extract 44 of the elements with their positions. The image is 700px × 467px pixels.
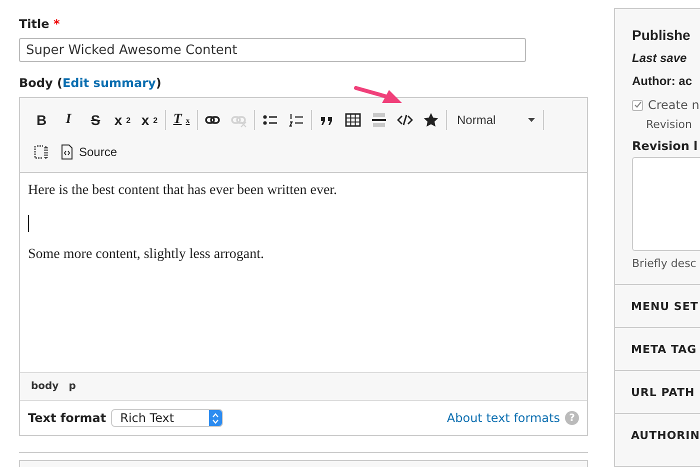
- text-format-select[interactable]: Rich Text: [111, 409, 224, 427]
- checkbox[interactable]: [632, 100, 643, 110]
- horizontal-line-icon: [371, 112, 387, 128]
- author-text: Author: ac: [632, 74, 693, 88]
- annotation-arrow: [354, 86, 404, 104]
- bullet-list-icon: [262, 112, 278, 128]
- checkbox-label: Create n: [648, 98, 700, 112]
- revision-log-label: Revision l: [632, 139, 699, 153]
- element-path-item[interactable]: body: [28, 379, 62, 394]
- italic-button[interactable]: I: [55, 107, 82, 133]
- edit-summary-link[interactable]: Edit summary: [62, 76, 156, 90]
- revision-log-input[interactable]: [632, 157, 700, 251]
- numbered-list-icon: [288, 112, 304, 128]
- star-icon: [423, 112, 439, 128]
- title-label: Title: [19, 17, 50, 31]
- revision-note: Revision: [646, 118, 693, 131]
- body-label: Body: [19, 76, 53, 90]
- collapsible-section[interactable]: META TAG: [615, 327, 700, 370]
- bold-button[interactable]: B: [28, 107, 55, 133]
- punctuation: ): [156, 76, 162, 90]
- title-input[interactable]: Super Wicked Awesome Content: [19, 38, 526, 62]
- punctuation: (: [57, 76, 62, 90]
- element-path-item[interactable]: p: [66, 379, 79, 394]
- superscript-button[interactable]: x$^{2}$: [109, 107, 136, 133]
- code-icon: [397, 112, 413, 128]
- text-format-label: Text format: [28, 411, 106, 425]
- format-dropdown[interactable]: Normal: [449, 107, 541, 133]
- collapsible-section[interactable]: URL PATH: [615, 370, 700, 413]
- last-saved-text: Last save: [632, 51, 688, 65]
- source-icon: [59, 144, 75, 160]
- collapsible-section[interactable]: MENU SET: [615, 284, 700, 327]
- paragraph: Some more content, slightly less arrogant.: [28, 247, 266, 264]
- caret-icon: [528, 118, 535, 122]
- about-text-formats-link[interactable]: About text formats: [446, 411, 560, 425]
- paragraph: Here is the best content that has ever been written ever.: [28, 183, 338, 200]
- show-blocks-icon: [33, 144, 49, 160]
- revision-log-hint: Briefly desc: [632, 257, 698, 270]
- stepper-icon: [209, 410, 222, 426]
- required-mark: *: [53, 17, 60, 31]
- strike-button[interactable]: S: [82, 107, 109, 133]
- collapsible-section[interactable]: AUTHORIN: [615, 413, 700, 456]
- table-icon: [345, 112, 361, 128]
- status-heading: Publishe: [632, 27, 692, 45]
- source-button[interactable]: Source: [54, 139, 122, 165]
